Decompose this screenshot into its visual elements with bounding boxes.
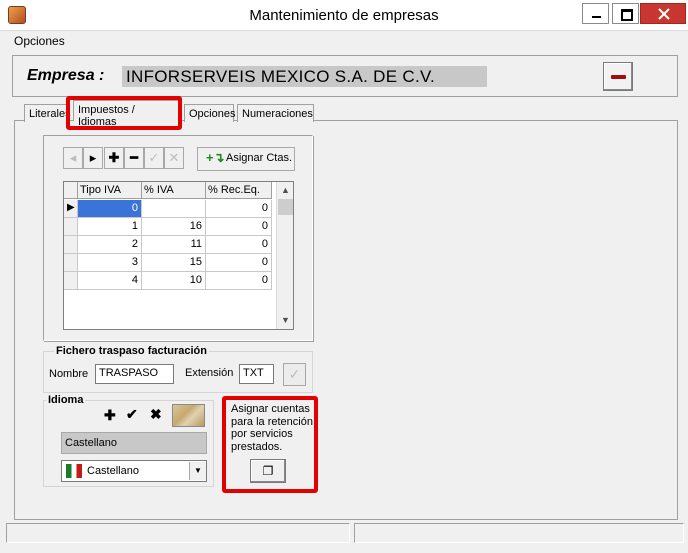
extension-label: Extensión [185,367,234,379]
nav-next-button[interactable]: ▸ [83,147,103,169]
grid-cell-rec[interactable]: 0 [206,200,272,218]
accept-language-icon[interactable]: ✔ [126,406,138,423]
grid-cell-tipo[interactable]: 3 [78,254,142,272]
column-header-tipo-iva[interactable]: Tipo IVA [78,182,142,199]
tab-opciones[interactable]: Opciones [184,104,235,122]
row-indicator: ▶ [64,200,78,218]
status-pane [6,523,350,543]
column-header-iva[interactable]: % IVA [142,182,206,199]
grid-cell-iva[interactable]: 15 [142,254,206,272]
grid-cell-iva[interactable]: 10 [142,272,206,290]
empresa-panel: Empresa : INFORSERVEIS MEXICO S.A. DE C.… [12,55,678,97]
grid-cell-tipo[interactable]: 1 [78,218,142,236]
assign-retencion-button[interactable]: ❐ [250,459,286,483]
nav-insert-button[interactable]: ✚ [104,147,124,169]
window-icon: ❐ [262,464,274,478]
retencion-label: Asignar cuentas para la retención por se… [231,403,313,453]
grid-cell-iva[interactable]: 16 [142,218,206,236]
grid-cell-rec[interactable]: 0 [206,236,272,254]
status-bar [4,523,684,545]
grid-cell-iva[interactable]: 11 [142,236,206,254]
cancel-language-icon[interactable]: ✖ [150,406,162,423]
fichero-confirm-button[interactable]: ✓ [283,363,306,386]
grid-corner [64,182,78,199]
grid-cell-rec[interactable]: 0 [206,272,272,290]
idioma-select-value: Castellano [87,465,139,477]
maximize-button[interactable] [612,3,639,24]
idioma-group-title: Idioma [46,394,86,406]
grid-cell-rec[interactable]: 0 [206,218,272,236]
add-language-icon[interactable]: ✚ [104,407,116,424]
nombre-label: Nombre [49,368,89,380]
row-indicator [64,236,78,254]
chevron-down-icon[interactable]: ▼ [189,462,206,480]
row-indicator [64,218,78,236]
grid-cell-iva[interactable] [142,200,206,218]
row-indicator [64,254,78,272]
scroll-thumb[interactable] [278,199,293,215]
grid-cell-tipo[interactable]: 4 [78,272,142,290]
status-pane [354,523,684,543]
empresa-value: INFORSERVEIS MEXICO S.A. DE C.V. [122,66,487,87]
nav-cancel-button[interactable]: ✕ [164,147,184,169]
tab-numeraciones[interactable]: Numeraciones [237,104,314,122]
tab-literales[interactable]: Literales [24,104,71,122]
menu-item-opciones[interactable]: Opciones [14,34,65,48]
grid-cell-tipo[interactable]: 2 [78,236,142,254]
minus-icon [611,75,626,79]
nav-prior-button[interactable]: ◂ [63,147,83,169]
extension-input[interactable]: TXT [239,364,274,384]
idioma-current-value: Castellano [61,432,207,454]
close-button[interactable] [640,3,686,24]
grid-cell-tipo[interactable]: 0 [78,200,142,218]
scroll-down-icon[interactable]: ▼ [277,312,294,329]
minimize-button[interactable] [582,3,609,24]
idioma-select[interactable]: Castellano ▼ [61,460,207,482]
nombre-input[interactable]: TRASPASO [95,364,174,384]
fichero-group-title: Fichero traspaso facturación [54,345,209,357]
grid-scrollbar[interactable]: ▲ ▼ [276,182,293,329]
assign-arrow-icon: +↴ [206,150,225,165]
flag-icon [66,464,82,478]
remove-empresa-button[interactable] [603,62,633,91]
empresa-label: Empresa : [27,67,105,84]
iva-grid[interactable]: Tipo IVA % IVA % Rec.Eq. ▶ 0 0 1 16 0 2 … [63,181,294,330]
menu-bar: Opciones [0,31,688,51]
nav-post-button[interactable]: ✓ [144,147,164,169]
tab-impuestos-idiomas[interactable]: Impuestos / Idiomas [73,100,180,128]
row-indicator [64,272,78,290]
scroll-up-icon[interactable]: ▲ [277,182,294,199]
column-header-rec-eq[interactable]: % Rec.Eq. [206,182,272,199]
grid-cell-rec[interactable]: 0 [206,254,272,272]
current-row-icon: ▶ [67,202,75,213]
map-icon[interactable] [172,404,205,427]
close-icon [658,8,670,20]
nav-delete-button[interactable]: ━ [124,147,144,169]
